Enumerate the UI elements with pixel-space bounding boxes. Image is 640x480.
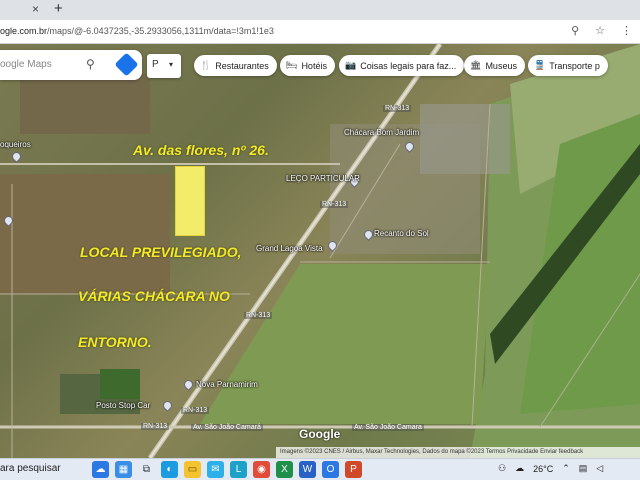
place-label[interactable]: LEÇO PARTICULAR: [286, 174, 360, 183]
edge-icon[interactable]: ◐: [161, 461, 178, 478]
store-icon[interactable]: ▦: [115, 461, 132, 478]
chrome-icon[interactable]: ◉: [253, 461, 270, 478]
overlay-address: Av. das flores, nº 26.: [133, 142, 269, 158]
place-label[interactable]: Posto Stop Car: [96, 401, 150, 410]
highlighted-lot: [175, 166, 205, 236]
road-label: RN-313: [383, 105, 412, 112]
tab-strip: × +: [0, 0, 640, 20]
place-label[interactable]: Nova Parnamirim: [196, 380, 258, 389]
place-label[interactable]: Grand Lagoa Vista: [256, 244, 323, 253]
url-path: /maps/@-6.0437235,-35.2933056,1311m/data…: [47, 26, 274, 36]
museum-icon: 🏛: [470, 60, 482, 70]
excel-icon[interactable]: X: [276, 461, 293, 478]
chip-label: Transporte p: [549, 60, 600, 71]
menu-icon[interactable]: ⋮: [621, 24, 632, 37]
outlook-icon[interactable]: O: [322, 461, 339, 478]
chip-transit[interactable]: 🚆 Transporte p: [528, 55, 608, 76]
close-tab-icon[interactable]: ×: [32, 2, 39, 16]
chip-restaurants[interactable]: 🍴 Restaurantes: [194, 55, 277, 76]
chip-things-to-do[interactable]: 📷 Coisas legais para faz...: [339, 55, 465, 76]
overlay-line-2: VÁRIAS CHÁCARA NO: [78, 288, 230, 304]
address-bar[interactable]: ogle.com.br/maps/@-6.0437235,-35.2933056…: [0, 20, 640, 44]
place-label[interactable]: Chácara Bom Jardim: [344, 128, 419, 137]
taskbar: ara pesquisar ☁ ▦ ⧉ ◐ ▭ ✉ L ◉ X W O P ⚇ …: [0, 458, 640, 480]
chevron-up-icon[interactable]: ⌃: [562, 463, 570, 474]
weather-temperature[interactable]: 26°C: [533, 464, 553, 474]
chip-label: Coisas legais para faz...: [360, 60, 457, 71]
task-view-icon[interactable]: ⧉: [138, 461, 155, 478]
people-icon[interactable]: ⚇: [498, 463, 506, 474]
restaurant-icon: 🍴: [200, 60, 212, 70]
chip-museums[interactable]: 🏛 Museus: [464, 55, 525, 76]
new-tab-icon[interactable]: +: [54, 0, 63, 17]
road-label: Av. São João Camara: [352, 424, 424, 431]
url-host: ogle.com.br: [0, 26, 48, 36]
google-logo: Google: [299, 427, 341, 441]
powerpoint-icon[interactable]: P: [345, 461, 362, 478]
transit-icon: 🚆: [534, 60, 546, 70]
road-label: RN-313: [244, 312, 273, 319]
lync-icon[interactable]: L: [230, 461, 247, 478]
road-label: RN-313: [141, 423, 170, 430]
address-bar-icons: ⚲ ☆ ⋮: [571, 24, 632, 37]
star-icon[interactable]: ☆: [595, 24, 605, 37]
location-icon[interactable]: ⚲: [571, 24, 579, 37]
chevron-down-icon: ▾: [169, 60, 174, 69]
place-label[interactable]: Recanto do Sol: [374, 229, 429, 238]
weather-widget-icon[interactable]: ☁: [92, 461, 109, 478]
chip-label: Hotéis: [301, 60, 327, 71]
chip-label: Museus: [485, 60, 517, 71]
search-input[interactable]: oogle Maps: [0, 59, 52, 70]
road-label: Av. São João Camará: [191, 424, 263, 431]
word-icon[interactable]: W: [299, 461, 316, 478]
url-field[interactable]: ogle.com.br/maps/@-6.0437235,-35.2933056…: [0, 26, 274, 36]
place-label[interactable]: oqueiros: [0, 140, 31, 149]
chip-label: Restaurantes: [215, 60, 269, 71]
map-attribution[interactable]: Imagens ©2023 CNES / Airbus, Maxar Techn…: [276, 447, 640, 458]
taskbar-search[interactable]: ara pesquisar: [0, 463, 61, 474]
directions-icon[interactable]: [114, 52, 139, 77]
overlay-line-3: ENTORNO.: [78, 334, 152, 350]
system-tray: ⚇ ☁ 26°C ⌃ ▤ ◁: [498, 463, 603, 474]
overlay-line-1: LOCAL PREVILEGIADO,: [80, 244, 242, 260]
folder-icon[interactable]: ▭: [184, 461, 201, 478]
network-icon[interactable]: ▤: [579, 463, 588, 474]
chip-hotels[interactable]: 🛏 Hotéis: [280, 55, 335, 76]
search-icon[interactable]: ⚲: [86, 57, 95, 71]
mail-icon[interactable]: ✉: [207, 461, 224, 478]
map-view[interactable]: oogle Maps ⚲ P ▾ 🍴 Restaurantes 🛏 Hotéis…: [0, 44, 640, 458]
maps-search-box[interactable]: oogle Maps ⚲: [0, 50, 142, 80]
volume-icon[interactable]: ◁: [596, 463, 603, 474]
road-label: RN-313: [181, 407, 210, 414]
pin-select[interactable]: P ▾: [147, 54, 181, 78]
road-label: RN-313: [320, 201, 349, 208]
taskbar-apps: ☁ ▦ ⧉ ◐ ▭ ✉ L ◉ X W O P: [92, 461, 362, 478]
pin-select-label: P: [152, 59, 159, 70]
hotel-icon: 🛏: [286, 60, 298, 70]
camera-icon: 📷: [345, 60, 357, 70]
weather-icon[interactable]: ☁: [515, 463, 524, 474]
